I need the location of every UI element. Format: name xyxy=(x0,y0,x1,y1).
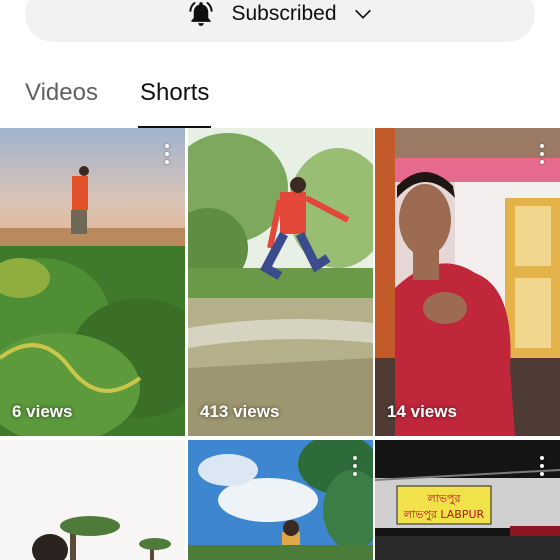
thumbnail-image xyxy=(0,128,185,436)
short-thumbnail[interactable] xyxy=(188,440,373,560)
short-thumbnail[interactable] xyxy=(0,440,185,560)
short-thumbnail[interactable]: 6 views xyxy=(0,128,185,436)
bell-icon xyxy=(185,0,217,30)
shorts-grid: 6 views 413 views 14 views লাভপুর লাভপুর… xyxy=(0,128,560,560)
channel-tabs: Videos Shorts xyxy=(0,60,560,128)
view-count: 413 views xyxy=(200,402,280,421)
thumbnail-image xyxy=(188,128,373,436)
more-options-icon[interactable] xyxy=(538,456,546,476)
thumbnail-image xyxy=(375,128,560,436)
subscribed-button[interactable]: Subscribed xyxy=(25,0,535,42)
view-count: 14 views xyxy=(387,402,457,421)
more-options-icon[interactable] xyxy=(163,144,171,164)
more-options-icon[interactable] xyxy=(351,456,359,476)
thumbnail-image xyxy=(188,440,373,560)
tab-videos[interactable]: Videos xyxy=(25,78,98,128)
short-thumbnail[interactable]: 14 views xyxy=(375,128,560,436)
thumbnail-image: লাভপুর লাভপুর LABPUR xyxy=(375,440,560,560)
station-sign-line2: লাভপুর LABPUR xyxy=(403,508,485,521)
view-count: 6 views xyxy=(12,402,73,421)
more-options-icon[interactable] xyxy=(538,144,546,164)
subscribed-label: Subscribed xyxy=(231,2,337,25)
thumbnail-image xyxy=(0,440,185,560)
chevron-down-icon xyxy=(351,2,375,26)
short-thumbnail[interactable]: 413 views xyxy=(188,128,373,436)
tab-shorts[interactable]: Shorts xyxy=(137,78,212,128)
short-thumbnail[interactable]: লাভপুর লাভপুর LABPUR xyxy=(375,440,560,560)
station-sign-line1: লাভপুর xyxy=(426,492,461,505)
